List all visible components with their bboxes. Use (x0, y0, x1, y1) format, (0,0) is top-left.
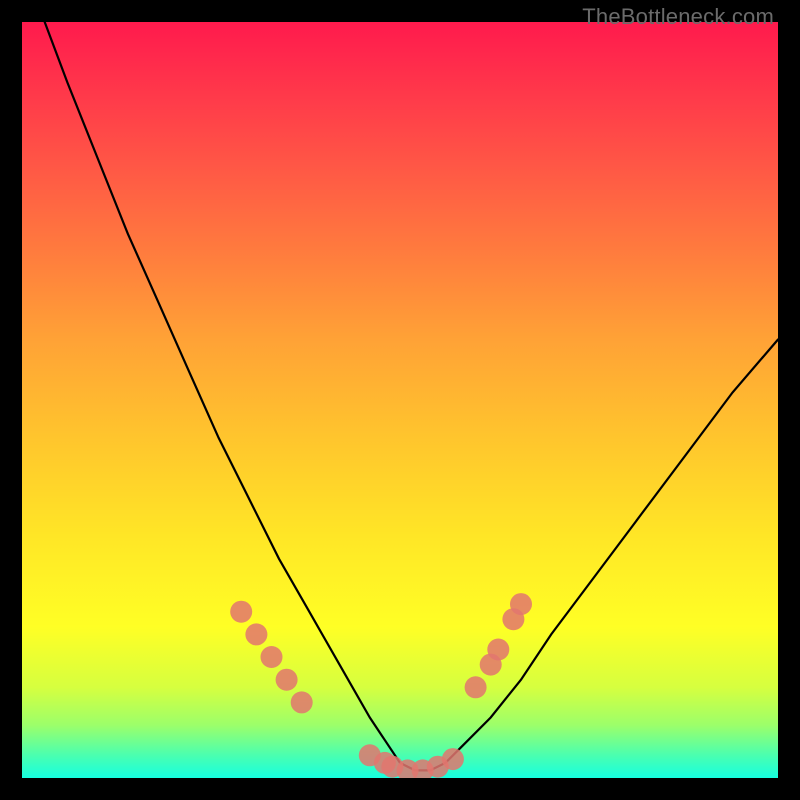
data-marker (261, 646, 283, 668)
data-marker (291, 691, 313, 713)
data-marker (230, 601, 252, 623)
chart-frame: TheBottleneck.com (0, 0, 800, 800)
data-marker (245, 623, 267, 645)
data-marker (465, 676, 487, 698)
data-marker (487, 639, 509, 661)
bottleneck-curve (45, 22, 778, 770)
data-marker (276, 669, 298, 691)
watermark-text: TheBottleneck.com (582, 4, 774, 30)
data-marker (510, 593, 532, 615)
data-marker (442, 748, 464, 770)
marker-group (230, 593, 532, 778)
plot-area (22, 22, 778, 778)
curve-svg (22, 22, 778, 778)
